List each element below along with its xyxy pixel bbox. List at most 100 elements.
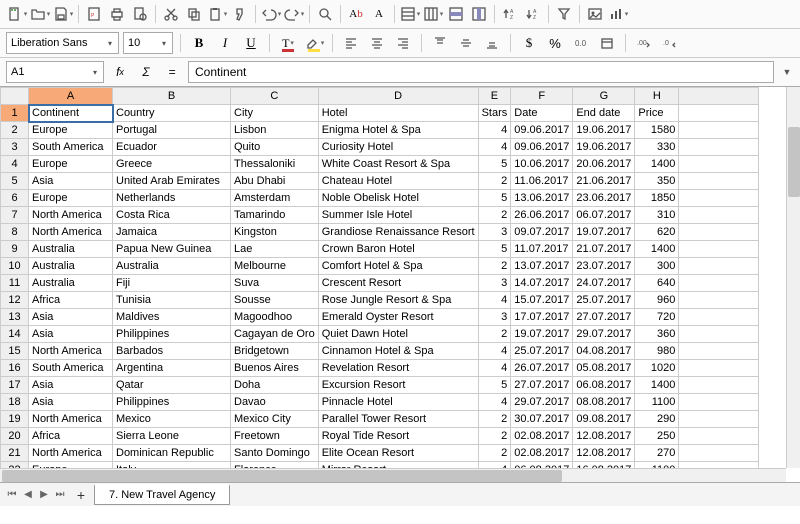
cell[interactable]: 4 bbox=[478, 343, 511, 360]
clone-formatting-button[interactable] bbox=[229, 3, 251, 25]
cell[interactable]: Fiji bbox=[113, 275, 231, 292]
cell[interactable]: Philippines bbox=[113, 326, 231, 343]
new-document-button[interactable] bbox=[6, 3, 28, 25]
chevron-down-icon[interactable]: ▾ bbox=[102, 39, 118, 48]
cell[interactable]: 10.06.2017 bbox=[511, 156, 573, 173]
sheet-tab-active[interactable]: 7. New Travel Agency bbox=[94, 484, 230, 505]
cell[interactable]: 3 bbox=[478, 224, 511, 241]
row-header[interactable]: 4 bbox=[1, 156, 29, 173]
cell[interactable]: Jamaica bbox=[113, 224, 231, 241]
cell[interactable]: 270 bbox=[635, 445, 679, 462]
cell[interactable]: 19.06.2017 bbox=[573, 122, 635, 139]
format-number-button[interactable]: 0.0 bbox=[570, 32, 592, 54]
row-header[interactable]: 5 bbox=[1, 173, 29, 190]
cell[interactable]: Lae bbox=[231, 241, 319, 258]
row-header[interactable]: 9 bbox=[1, 241, 29, 258]
redo-button[interactable] bbox=[283, 3, 305, 25]
highlight-color-button[interactable] bbox=[303, 32, 325, 54]
scrollbar-thumb[interactable] bbox=[2, 470, 562, 482]
row-header[interactable]: 13 bbox=[1, 309, 29, 326]
cut-button[interactable] bbox=[160, 3, 182, 25]
cell[interactable]: 640 bbox=[635, 275, 679, 292]
column-header[interactable]: C bbox=[231, 88, 319, 105]
cell[interactable]: 2 bbox=[478, 445, 511, 462]
cell[interactable]: Australia bbox=[29, 275, 113, 292]
print-button[interactable] bbox=[106, 3, 128, 25]
cell[interactable]: Ecuador bbox=[113, 139, 231, 156]
cell[interactable]: 330 bbox=[635, 139, 679, 156]
cell[interactable]: 13.07.2017 bbox=[511, 258, 573, 275]
cell[interactable]: 1580 bbox=[635, 122, 679, 139]
cell[interactable]: Quiet Dawn Hotel bbox=[318, 326, 478, 343]
cell[interactable]: Mexico City bbox=[231, 411, 319, 428]
cell[interactable]: Price bbox=[635, 105, 679, 122]
cell[interactable]: 5 bbox=[478, 377, 511, 394]
insert-image-button[interactable] bbox=[584, 3, 606, 25]
tab-next-button[interactable]: ▶ bbox=[36, 486, 52, 504]
column-header[interactable]: D bbox=[318, 88, 478, 105]
column-header[interactable]: G bbox=[573, 88, 635, 105]
cell[interactable]: United Arab Emirates bbox=[113, 173, 231, 190]
cell[interactable]: 5 bbox=[478, 241, 511, 258]
cell[interactable]: Thessaloniki bbox=[231, 156, 319, 173]
font-size-combo[interactable]: ▾ bbox=[123, 32, 173, 54]
cell[interactable]: Emerald Oyster Resort bbox=[318, 309, 478, 326]
cell[interactable]: White Coast Resort & Spa bbox=[318, 156, 478, 173]
cell[interactable]: Mexico bbox=[113, 411, 231, 428]
cell[interactable]: Quito bbox=[231, 139, 319, 156]
cell[interactable]: 3 bbox=[478, 309, 511, 326]
sum-button[interactable]: Σ bbox=[136, 62, 156, 82]
cell[interactable]: Asia bbox=[29, 173, 113, 190]
cell-reference-combo[interactable]: ▾ bbox=[6, 61, 104, 83]
align-top-button[interactable] bbox=[429, 32, 451, 54]
tab-last-button[interactable]: ⏭ bbox=[52, 486, 68, 504]
cell[interactable]: Australia bbox=[29, 241, 113, 258]
cell[interactable]: Asia bbox=[29, 326, 113, 343]
cell[interactable]: 15.07.2017 bbox=[511, 292, 573, 309]
cell[interactable]: Hotel bbox=[318, 105, 478, 122]
cell[interactable]: Crown Baron Hotel bbox=[318, 241, 478, 258]
print-preview-button[interactable] bbox=[129, 3, 151, 25]
tab-first-button[interactable]: ⏮ bbox=[4, 486, 20, 504]
vertical-scrollbar[interactable] bbox=[786, 87, 800, 468]
cell[interactable]: End date bbox=[573, 105, 635, 122]
formula-input[interactable] bbox=[189, 65, 773, 79]
cell[interactable]: Cagayan de Oro bbox=[231, 326, 319, 343]
cell[interactable]: Australia bbox=[29, 258, 113, 275]
scrollbar-thumb[interactable] bbox=[788, 127, 800, 197]
cell[interactable]: 620 bbox=[635, 224, 679, 241]
cell[interactable]: Asia bbox=[29, 309, 113, 326]
cell[interactable]: Date bbox=[511, 105, 573, 122]
row-header[interactable]: 6 bbox=[1, 190, 29, 207]
cell[interactable]: Sierra Leone bbox=[113, 428, 231, 445]
align-middle-button[interactable] bbox=[455, 32, 477, 54]
cell-reference-input[interactable] bbox=[7, 66, 87, 78]
cell[interactable]: 27.07.2017 bbox=[511, 377, 573, 394]
expand-formula-bar-button[interactable]: ▼ bbox=[780, 61, 794, 83]
cell[interactable]: 23.06.2017 bbox=[573, 190, 635, 207]
cell[interactable]: Davao bbox=[231, 394, 319, 411]
row-header[interactable]: 12 bbox=[1, 292, 29, 309]
font-color-button[interactable]: T bbox=[277, 32, 299, 54]
cell[interactable]: 13.06.2017 bbox=[511, 190, 573, 207]
cell[interactable]: 27.07.2017 bbox=[573, 309, 635, 326]
cell[interactable]: 19.07.2017 bbox=[573, 224, 635, 241]
row-header[interactable]: 11 bbox=[1, 275, 29, 292]
cell[interactable]: 14.07.2017 bbox=[511, 275, 573, 292]
cell[interactable]: 4 bbox=[478, 394, 511, 411]
cell[interactable]: 4 bbox=[478, 139, 511, 156]
cell[interactable]: Elite Ocean Resort bbox=[318, 445, 478, 462]
cell[interactable]: Magoodhoo bbox=[231, 309, 319, 326]
open-button[interactable] bbox=[29, 3, 51, 25]
format-date-button[interactable] bbox=[596, 32, 618, 54]
cell[interactable]: 06.08.2017 bbox=[573, 377, 635, 394]
format-currency-button[interactable]: $ bbox=[518, 32, 540, 54]
cell[interactable]: 5 bbox=[478, 190, 511, 207]
cell[interactable]: 26.07.2017 bbox=[511, 360, 573, 377]
cell[interactable]: 360 bbox=[635, 326, 679, 343]
cell[interactable]: 1400 bbox=[635, 241, 679, 258]
row-header[interactable]: 7 bbox=[1, 207, 29, 224]
column-header[interactable]: A bbox=[29, 88, 113, 105]
cell[interactable]: Excursion Resort bbox=[318, 377, 478, 394]
row-header[interactable]: 21 bbox=[1, 445, 29, 462]
